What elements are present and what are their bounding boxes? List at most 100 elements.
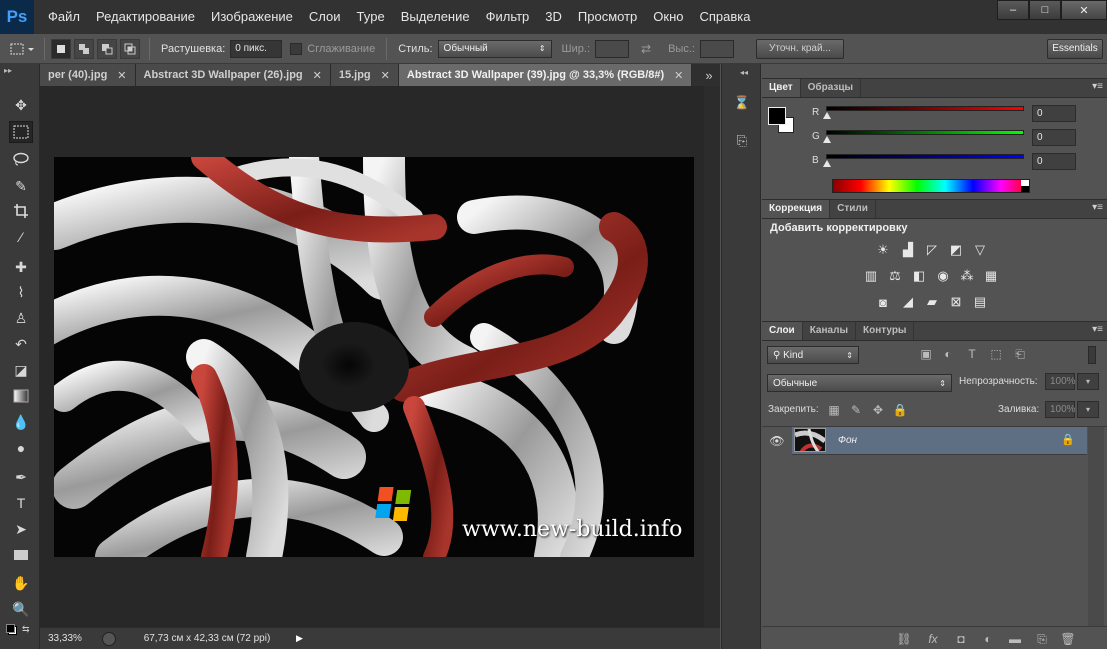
menu-3d[interactable]: 3D [537,0,570,34]
history-panel-icon[interactable]: ⌛ [729,90,755,116]
threshold-icon[interactable]: ▰ [923,294,941,310]
layer-name[interactable]: Фон [838,435,857,446]
add-mask-icon[interactable]: ◘ [953,631,969,647]
refine-edge-button[interactable]: Уточн. край... [755,38,844,59]
close-window-button[interactable]: ✕ [1061,0,1107,20]
marquee-tool-icon[interactable] [9,121,33,143]
opacity-dropdown-icon[interactable]: ▾ [1077,373,1099,390]
path-selection-tool-icon[interactable]: ➤ [9,518,33,540]
channel-g-input[interactable]: 0 [1032,129,1076,146]
layer-row[interactable]: Фон 🔒 [792,427,1087,455]
vibrance-icon[interactable]: ▽ [971,242,989,258]
eraser-tool-icon[interactable]: ◪ [9,359,33,381]
channel-r-input[interactable]: 0 [1032,105,1076,122]
brush-tool-icon[interactable]: ⌇ [9,281,33,303]
quick-select-tool-icon[interactable]: ✎ [9,175,33,197]
hand-tool-icon[interactable]: ✋ [9,572,33,594]
menu-filter[interactable]: Фильтр [478,0,538,34]
panel-menu-icon[interactable]: ▾≡ [1092,81,1103,92]
channel-b-thumb[interactable] [823,160,831,167]
black-white-icon[interactable]: ◧ [910,268,928,284]
feather-input[interactable]: 0 пикс. [230,39,283,58]
tab-layers[interactable]: Слои [762,322,803,340]
tab-doc-active[interactable]: Abstract 3D Wallpaper (39).jpg @ 33,3% (… [398,64,693,86]
menu-image[interactable]: Изображение [203,0,301,34]
close-tab-icon[interactable]: ✕ [117,69,126,82]
subtract-selection-icon[interactable] [97,38,117,59]
gradient-map-icon[interactable]: ▤ [971,294,989,310]
filter-smart-object-icon[interactable]: ⎗ [1012,346,1028,362]
brightness-contrast-icon[interactable]: ☀ [874,242,892,258]
filter-adjustment-icon[interactable]: ◐ [940,346,956,362]
rect-marquee-preset-icon[interactable] [8,39,38,59]
dodge-tool-icon[interactable]: ● [9,437,33,459]
history-brush-tool-icon[interactable]: ↶ [9,333,33,355]
document-image[interactable] [54,157,694,557]
style-select[interactable]: Обычный ⇕ [437,39,552,58]
width-input[interactable] [595,39,630,58]
layer-filter-select[interactable]: ⚲ Kind ⇕ [767,346,859,364]
menu-help[interactable]: Справка [692,0,759,34]
close-tab-icon[interactable]: ✕ [381,69,390,82]
zoom-level[interactable]: 33,33% [40,633,96,644]
panel-menu-icon[interactable]: ▾≡ [1092,202,1103,213]
tab-paths[interactable]: Контуры [856,322,915,340]
fill-input[interactable]: 100% [1045,401,1076,418]
filter-pixel-icon[interactable]: ▣ [918,346,934,362]
color-lookup-icon[interactable]: ▦ [982,268,1000,284]
healing-brush-tool-icon[interactable]: ✚ [9,256,33,278]
close-tab-icon[interactable]: ✕ [313,69,322,82]
visibility-eye-icon[interactable]: 👁 [762,427,792,455]
vertical-scrollbar[interactable] [704,86,720,627]
zoom-tool-icon[interactable]: 🔍 [9,598,33,620]
channel-mixer-icon[interactable]: ⁂ [958,268,976,284]
share-icon[interactable] [102,631,116,646]
menu-view[interactable]: Просмотр [570,0,645,34]
lock-transparent-icon[interactable]: ▦ [826,402,842,418]
link-layers-icon[interactable]: ⛓ [896,631,912,647]
posterize-icon[interactable]: ◢ [899,294,917,310]
collapse-icon[interactable]: ▸▸ [4,66,12,75]
blur-tool-icon[interactable]: 💧 [9,411,33,433]
fill-dropdown-icon[interactable]: ▾ [1077,401,1099,418]
tab-doc-2[interactable]: Abstract 3D Wallpaper (26).jpg ✕ [135,64,331,86]
layers-scrollbar[interactable] [1088,427,1104,627]
height-input[interactable] [699,39,734,58]
close-tab-icon[interactable]: ✕ [674,69,683,82]
swap-colors-icon[interactable]: ⇆ [22,624,30,635]
eyedropper-tool-icon[interactable]: ⁄ [9,226,33,248]
lock-all-icon[interactable]: 🔒 [892,402,908,418]
swap-icon[interactable]: ⇄ [641,42,651,56]
channel-g-slider[interactable] [826,130,1024,135]
status-menu-arrow-icon[interactable]: ▶ [296,633,303,644]
foreground-color-swatch[interactable] [768,107,786,125]
menu-layers[interactable]: Слои [301,0,349,34]
channel-r-thumb[interactable] [823,112,831,119]
menu-file[interactable]: Файл [40,0,88,34]
menu-select[interactable]: Выделение [393,0,478,34]
tab-doc-3[interactable]: 15.jpg ✕ [330,64,399,86]
filter-type-icon[interactable]: T [964,346,980,362]
panel-menu-icon[interactable]: ▾≡ [1092,324,1103,335]
tab-adjustments[interactable]: Коррекция [762,200,831,218]
tab-channels[interactable]: Каналы [803,322,856,340]
gradient-tool-icon[interactable] [9,385,33,407]
new-selection-icon[interactable] [51,38,71,59]
color-ramp[interactable] [832,179,1030,193]
channel-b-slider[interactable] [826,154,1024,159]
tab-swatches[interactable]: Образцы [801,79,862,97]
photo-filter-icon[interactable]: ◉ [934,268,952,284]
lock-image-icon[interactable]: ✎ [848,402,864,418]
type-tool-icon[interactable]: T [9,492,33,514]
channel-r-slider[interactable] [826,106,1024,111]
menu-type[interactable]: Type [349,0,393,34]
channel-b-input[interactable]: 0 [1032,153,1076,170]
intersect-selection-icon[interactable] [120,38,140,59]
menu-window[interactable]: Окно [645,0,691,34]
new-adjustment-layer-icon[interactable]: ◐ [980,631,996,647]
maximize-button[interactable]: □ [1029,0,1061,20]
antialias-checkbox[interactable] [290,42,303,55]
delete-layer-icon[interactable]: 🗑 [1060,631,1076,647]
add-selection-icon[interactable] [74,38,94,59]
move-tool-icon[interactable]: ✥ [9,94,33,116]
